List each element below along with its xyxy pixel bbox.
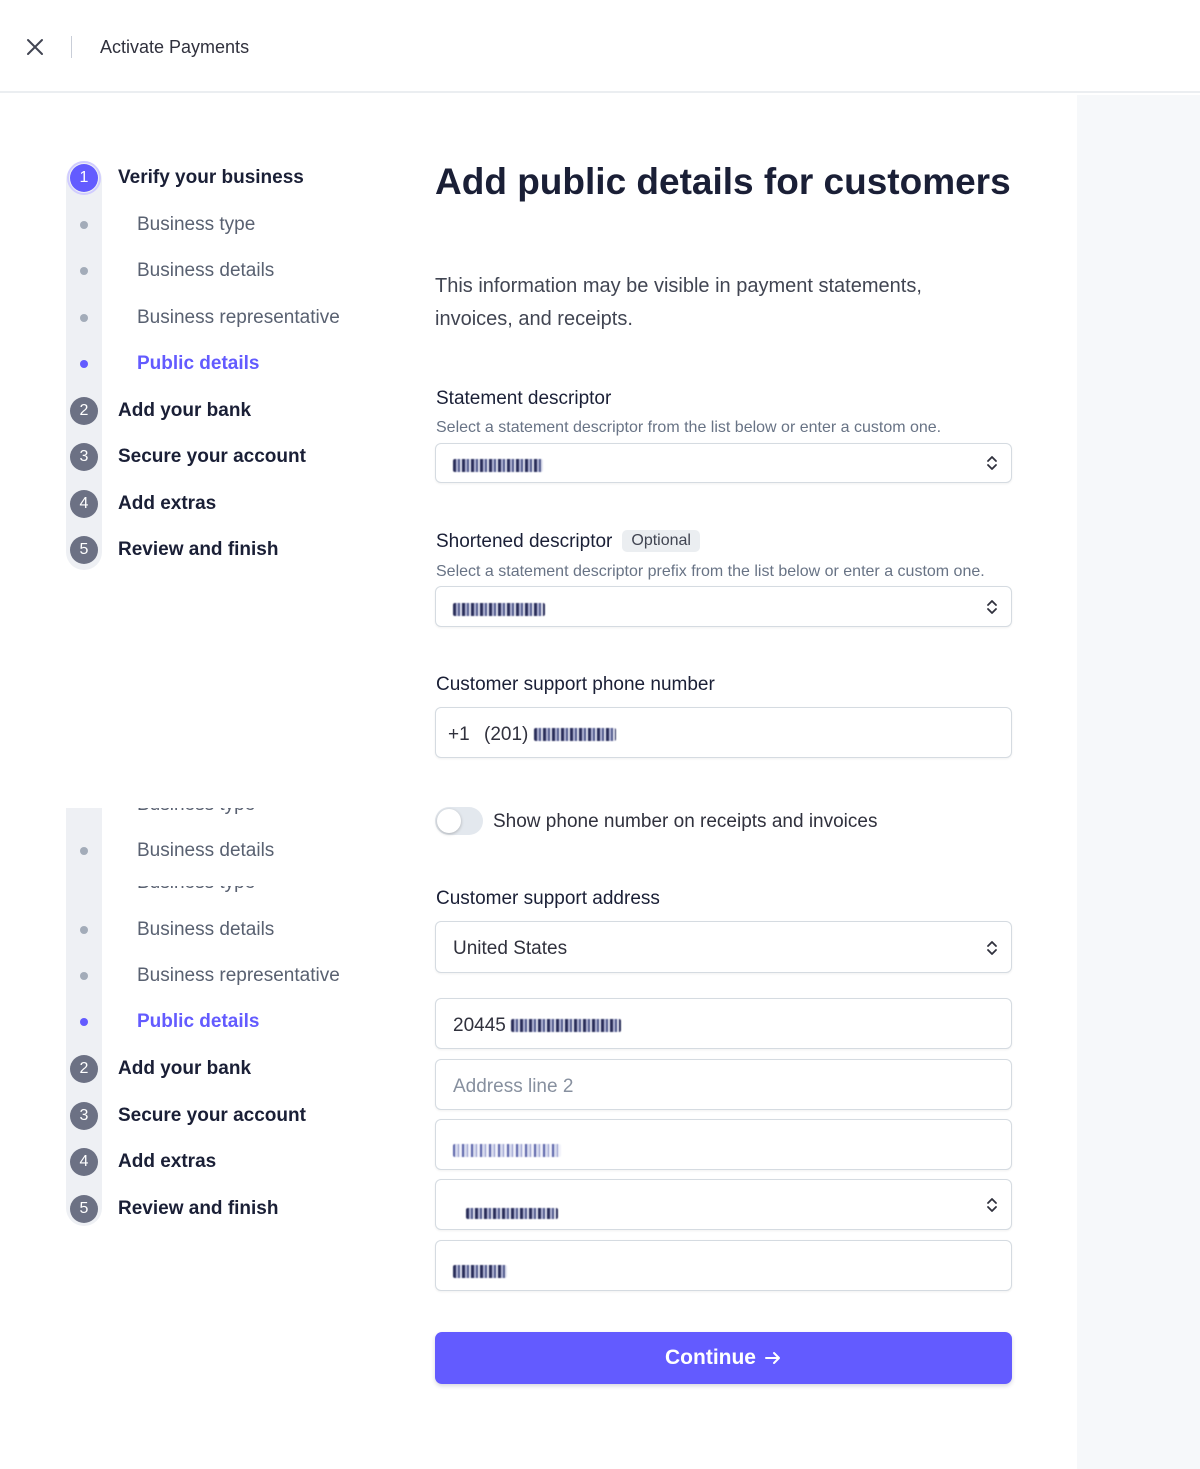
substep-business-representative[interactable]: Business representative	[66, 961, 396, 991]
step-label: Review and finish	[118, 1198, 279, 1219]
phone-country-code: +1	[448, 724, 470, 745]
substep-dot	[80, 926, 88, 934]
zip-input[interactable]	[435, 1240, 1012, 1291]
step-number-badge: 3	[70, 443, 98, 471]
show-phone-toggle-label: Show phone number on receipts and invoic…	[493, 811, 878, 832]
step-label: Add extras	[118, 493, 217, 514]
chevron-up-down-icon	[987, 600, 997, 614]
address-line2-placeholder: Address line 2	[453, 1076, 574, 1097]
substep-label-cut: Business type	[137, 886, 255, 894]
progress-stepper-ghost: Business type Business details Business …	[66, 808, 396, 1228]
address-line1-value: 20445	[453, 1015, 622, 1037]
address-line2-input[interactable]: Address line 2	[435, 1059, 1012, 1110]
step-number-badge: 4	[70, 490, 98, 518]
step-number-badge: 2	[70, 1055, 98, 1083]
substep-business-representative[interactable]: Business representative	[66, 303, 396, 333]
arrow-right-icon	[764, 1352, 780, 1364]
toggle-knob	[437, 809, 461, 833]
step-label: Add extras	[118, 1151, 217, 1172]
step-number-badge: 3	[70, 1102, 98, 1130]
substep-dot-active	[80, 1018, 88, 1026]
substep-label: Business details	[137, 260, 275, 281]
step-number-badge: 1	[67, 161, 101, 195]
substep-dot	[80, 267, 88, 275]
progress-stepper: 1 Verify your business Business type Bus…	[66, 161, 396, 572]
shortened-descriptor-select[interactable]	[435, 586, 1012, 627]
step-label: Review and finish	[118, 539, 279, 560]
step-add-extras[interactable]: 4 Add extras	[66, 489, 396, 519]
substep-dot	[80, 847, 88, 855]
step-add-bank[interactable]: 2 Add your bank	[66, 1054, 396, 1084]
phone-number-input[interactable]: +1 (201)	[435, 707, 1012, 758]
substep-label: Business details	[137, 840, 275, 861]
zip-value	[453, 1261, 507, 1283]
step-label: Add your bank	[118, 1058, 252, 1079]
substep-business-details[interactable]: Business details	[66, 915, 396, 945]
substep-label-active: Public details	[137, 1011, 260, 1032]
page-subtitle: This information may be visible in payme…	[435, 275, 922, 330]
substep-label-active: Public details	[137, 353, 260, 374]
substep-dot-active	[80, 360, 88, 368]
top-bar: Activate Payments	[0, 0, 1200, 93]
step-verify-business[interactable]: 1 Verify your business	[66, 161, 396, 195]
chevron-up-down-icon	[987, 456, 997, 470]
close-icon[interactable]	[24, 36, 46, 58]
substep-business-details[interactable]: Business details	[66, 256, 396, 286]
step-label: Verify your business	[118, 167, 304, 188]
substep-dot	[80, 314, 88, 322]
state-value	[466, 1202, 558, 1224]
show-phone-toggle[interactable]	[435, 807, 483, 835]
address-line1-input[interactable]: 20445	[435, 998, 1012, 1049]
substep-public-details[interactable]: Public details	[66, 1007, 396, 1037]
state-select[interactable]	[435, 1179, 1012, 1230]
substep-label-cut: Business type	[137, 808, 255, 816]
city-input[interactable]	[435, 1119, 1012, 1170]
substep-label: Business representative	[137, 307, 340, 328]
shortened-descriptor-value	[453, 599, 545, 621]
substep-label: Business details	[137, 919, 275, 940]
statement-descriptor-value	[453, 455, 543, 477]
right-side-panel	[1077, 95, 1200, 1469]
substep-dot	[80, 972, 88, 980]
step-add-bank[interactable]: 2 Add your bank	[66, 396, 396, 426]
support-address-label: Customer support address	[436, 888, 660, 909]
continue-label: Continue	[665, 1346, 756, 1369]
shortened-descriptor-label: Shortened descriptor Optional	[436, 530, 700, 553]
country-select[interactable]: United States	[435, 921, 1012, 973]
step-review-finish[interactable]: 5 Review and finish	[66, 1194, 396, 1224]
header-divider	[71, 36, 72, 58]
step-secure-account[interactable]: 3 Secure your account	[66, 442, 396, 472]
chevron-up-down-icon	[987, 941, 997, 955]
optional-badge: Optional	[622, 530, 700, 552]
shortened-descriptor-hint: Select a statement descriptor prefix fro…	[436, 563, 985, 580]
page-title: Add public details for customers	[435, 161, 1011, 202]
city-value	[453, 1140, 561, 1162]
statement-descriptor-label: Statement descriptor	[436, 388, 612, 409]
page-header-title: Activate Payments	[100, 37, 250, 57]
substep-label: Business representative	[137, 965, 340, 986]
step-add-extras[interactable]: 4 Add extras	[66, 1147, 396, 1177]
phone-number-value: (201)	[484, 724, 616, 746]
step-number-badge: 2	[70, 397, 98, 425]
substep-business-details[interactable]: Business details	[66, 836, 396, 866]
step-number-badge: 4	[70, 1148, 98, 1176]
substep-dot	[80, 221, 88, 229]
step-label: Secure your account	[118, 1105, 306, 1126]
substep-business-type[interactable]: Business type	[66, 210, 396, 240]
continue-button[interactable]: Continue	[435, 1332, 1012, 1384]
step-review-finish[interactable]: 5 Review and finish	[66, 535, 396, 565]
statement-descriptor-select[interactable]	[435, 443, 1012, 483]
step-number-badge: 5	[70, 536, 98, 564]
statement-descriptor-hint: Select a statement descriptor from the l…	[436, 419, 942, 436]
phone-number-label: Customer support phone number	[436, 674, 715, 695]
substep-public-details[interactable]: Public details	[66, 349, 396, 379]
step-number-badge: 5	[70, 1195, 98, 1223]
step-label: Add your bank	[118, 400, 252, 421]
step-secure-account[interactable]: 3 Secure your account	[66, 1101, 396, 1131]
step-label: Secure your account	[118, 446, 306, 467]
country-value: United States	[453, 938, 568, 959]
substep-label: Business type	[137, 214, 256, 235]
chevron-up-down-icon	[987, 1198, 997, 1212]
